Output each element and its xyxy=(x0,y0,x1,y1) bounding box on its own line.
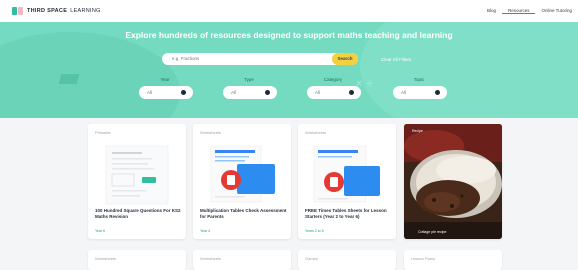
search-button[interactable]: Search xyxy=(332,53,358,65)
hero-banner: × ÷ Explore hundreds of resources design… xyxy=(0,22,578,118)
filter-label-type: Type xyxy=(244,77,254,82)
filter-label-year: Year xyxy=(160,77,170,82)
dropdown-value: All xyxy=(315,90,321,95)
nav-item-resources[interactable]: Resources xyxy=(501,0,536,14)
decorative-tile-icon xyxy=(58,74,80,84)
search-bar: Search xyxy=(162,53,358,65)
dropdown-value: All xyxy=(231,90,237,95)
clear-filters-link[interactable]: Clear All Filters xyxy=(381,57,411,62)
logo-text-light: LEARNING xyxy=(70,8,101,14)
filter-dropdown-category[interactable]: All xyxy=(307,86,361,99)
card-category-tag: Worksheets xyxy=(200,130,222,135)
resource-card[interactable]: Games xyxy=(298,250,396,270)
card-title: 100 Hundred Square Questions For KS2 Mat… xyxy=(95,208,181,219)
nav-item-tutoring[interactable]: Online Tutoring xyxy=(535,0,578,14)
resource-card[interactable]: Worksheets FREE Times Tables Sheets for … xyxy=(298,124,396,239)
filter-dropdown-topic[interactable]: All xyxy=(393,86,447,99)
main-nav: Blog Resources Online Tutoring xyxy=(481,0,578,22)
filter-label-category: Category xyxy=(323,77,343,82)
top-navigation-bar: THIRD SPACE LEARNING Blog Resources Onli… xyxy=(0,0,578,23)
dropdown-value: All xyxy=(401,90,407,95)
search-input[interactable] xyxy=(172,56,322,61)
resource-card[interactable]: Lesson Plans xyxy=(404,250,502,270)
card-year-label: Year 6 xyxy=(95,229,105,233)
worksheet-thumbnail xyxy=(105,145,169,205)
resource-card[interactable]: Worksheets Multiplication Tables Check A… xyxy=(193,124,291,239)
filter-label-topic: Topic xyxy=(413,77,425,82)
worksheet-thumbnail xyxy=(313,145,380,203)
chevron-down-icon xyxy=(349,90,354,95)
resource-card-featured[interactable]: Recipe Cottage pie recipe xyxy=(404,124,502,239)
chevron-down-icon xyxy=(265,90,270,95)
logo-mark-icon xyxy=(12,7,24,15)
nav-item-blog[interactable]: Blog xyxy=(481,0,502,14)
logo-text-bold: THIRD SPACE xyxy=(27,8,68,14)
card-title: FREE Times Tables Sheets for Lesson Star… xyxy=(305,208,387,219)
hero-heading: Explore hundreds of resources designed t… xyxy=(125,30,453,40)
resource-card[interactable]: Printable 100 Hundred Square Questions F… xyxy=(88,124,186,239)
card-category-tag: Printable xyxy=(95,130,111,135)
card-title: Cottage pie recipe xyxy=(418,230,447,234)
worksheet-thumbnail xyxy=(210,145,275,203)
resource-card[interactable]: Worksheets xyxy=(88,250,186,270)
card-category-tag: Recipe xyxy=(412,129,423,133)
card-category-tag: Games xyxy=(305,256,318,261)
card-category-tag: Worksheets xyxy=(305,130,327,135)
cottage-pie-photo xyxy=(404,124,502,239)
card-title: Multiplication Tables Check Assessment f… xyxy=(200,208,287,219)
card-year-label: Year 4 xyxy=(200,229,210,233)
chevron-down-icon xyxy=(435,90,440,95)
chevron-down-icon xyxy=(181,90,186,95)
resource-card[interactable]: Worksheets xyxy=(193,250,291,270)
card-category-tag: Lesson Plans xyxy=(411,256,436,261)
site-logo[interactable]: THIRD SPACE LEARNING xyxy=(12,7,101,15)
filter-dropdown-year[interactable]: All xyxy=(139,86,193,99)
card-category-tag: Worksheets xyxy=(200,256,222,261)
dropdown-value: All xyxy=(147,90,153,95)
card-category-tag: Worksheets xyxy=(95,256,117,261)
filter-dropdown-type[interactable]: All xyxy=(223,86,277,99)
card-year-label: Years 2 to 6 xyxy=(305,229,324,233)
hero-background-shape xyxy=(0,32,180,118)
